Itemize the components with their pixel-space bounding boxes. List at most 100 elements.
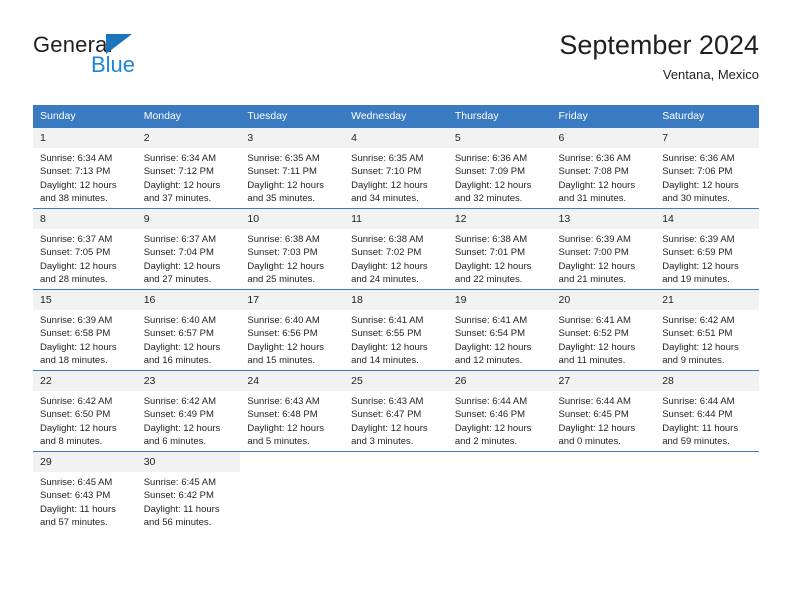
day-detail-line: Daylight: 12 hours <box>662 260 739 272</box>
day-detail-line: Sunrise: 6:40 AM <box>143 315 217 326</box>
day-detail-line: Sunset: 7:06 PM <box>662 166 733 178</box>
day-detail-line: Sunrise: 6:44 AM <box>662 396 735 407</box>
day-detail-line: Sunrise: 6:45 AM <box>143 477 217 488</box>
day-detail-line: Sunset: 6:44 PM <box>662 409 733 421</box>
day-detail-lines: Sunrise: 6:45 AM Sunset: 6:43 PM Daylight:… <box>33 472 137 529</box>
calendar-day-cell[interactable]: 8 Sunrise: 6:37 AM Sunset: 7:05 PM Daylight… <box>33 208 137 290</box>
day-detail-line: Sunrise: 6:42 AM <box>662 315 735 326</box>
day-number: 5 <box>447 128 552 148</box>
day-detail-line: Daylight: 11 hours <box>40 503 116 515</box>
day-number: 17 <box>240 290 345 310</box>
day-detail-lines: Sunrise: 6:42 AM Sunset: 6:51 PM Daylight:… <box>655 310 759 367</box>
day-detail-line: and 32 minutes. <box>454 192 523 204</box>
day-detail-lines: Sunrise: 6:40 AM Sunset: 6:56 PM Daylight:… <box>240 310 344 367</box>
calendar-day-cell[interactable]: 24 Sunrise: 6:43 AM Sunset: 6:48 PM Dayligh… <box>240 370 345 452</box>
general-blue-logo: General Blue <box>33 32 253 88</box>
calendar-day-cell[interactable]: 12 Sunrise: 6:38 AM Sunset: 7:01 PM Dayligh… <box>447 208 552 290</box>
day-detail-line: Sunrise: 6:39 AM <box>558 234 631 245</box>
day-detail-line: Daylight: 12 hours <box>558 260 636 272</box>
day-detail-line: Sunrise: 6:34 AM <box>143 153 217 164</box>
calendar-day-cell[interactable]: 7 Sunrise: 6:36 AM Sunset: 7:06 PM Daylight… <box>655 127 759 209</box>
day-detail-lines: Sunrise: 6:34 AM Sunset: 7:13 PM Daylight:… <box>33 148 137 205</box>
calendar-day-cell[interactable]: 3 Sunrise: 6:35 AM Sunset: 7:11 PM Daylight… <box>240 127 345 209</box>
calendar-day-cell[interactable]: 15 Sunrise: 6:39 AM Sunset: 6:58 PM Dayligh… <box>33 289 137 371</box>
calendar-day-cell[interactable]: 6 Sunrise: 6:36 AM Sunset: 7:08 PM Daylight… <box>551 127 656 209</box>
day-detail-line: and 21 minutes. <box>558 273 627 285</box>
calendar-day-cell-empty <box>344 451 448 532</box>
day-detail-line: and 59 minutes. <box>662 435 730 447</box>
logo-text-blue: Blue <box>91 52 136 77</box>
day-number: 22 <box>33 371 137 391</box>
day-detail-line: Sunset: 6:52 PM <box>558 328 629 340</box>
day-detail-line: Sunset: 6:48 PM <box>247 409 318 421</box>
day-detail-lines: Sunrise: 6:34 AM Sunset: 7:12 PM Daylight:… <box>137 148 241 205</box>
day-detail-line: and 37 minutes. <box>143 192 212 204</box>
day-detail-line: and 28 minutes. <box>40 273 108 285</box>
calendar-day-cell[interactable]: 27 Sunrise: 6:44 AM Sunset: 6:45 PM Dayligh… <box>551 370 656 452</box>
calendar-day-cell[interactable]: 11 Sunrise: 6:38 AM Sunset: 7:02 PM Dayligh… <box>344 208 448 290</box>
day-detail-line: Sunset: 6:42 PM <box>143 490 214 502</box>
calendar-day-cell[interactable]: 4 Sunrise: 6:35 AM Sunset: 7:10 PM Daylight… <box>344 127 448 209</box>
calendar-day-cell[interactable]: 5 Sunrise: 6:36 AM Sunset: 7:09 PM Daylight… <box>447 127 552 209</box>
weekday-header-friday: Friday <box>551 105 656 128</box>
day-detail-line: Daylight: 12 hours <box>247 260 324 272</box>
day-detail-line: and 25 minutes. <box>247 273 316 285</box>
day-detail-line: Sunrise: 6:43 AM <box>351 396 424 407</box>
day-detail-line: and 57 minutes. <box>40 516 108 528</box>
day-number: 2 <box>136 128 241 148</box>
calendar-day-cell[interactable]: 28 Sunrise: 6:44 AM Sunset: 6:44 PM Dayligh… <box>655 370 759 452</box>
day-detail-line: and 8 minutes. <box>40 435 103 447</box>
calendar-day-cell[interactable]: 18 Sunrise: 6:41 AM Sunset: 6:55 PM Dayligh… <box>344 289 448 371</box>
day-number: 15 <box>33 290 137 310</box>
calendar-day-cell[interactable]: 21 Sunrise: 6:42 AM Sunset: 6:51 PM Dayligh… <box>655 289 759 371</box>
day-detail-line: and 11 minutes. <box>558 354 626 366</box>
day-detail-line: Daylight: 12 hours <box>351 260 428 272</box>
day-detail-line: Daylight: 11 hours <box>143 503 220 515</box>
day-detail-line: Sunrise: 6:42 AM <box>40 396 113 407</box>
day-detail-lines: Sunrise: 6:42 AM Sunset: 6:49 PM Daylight:… <box>137 391 241 448</box>
day-detail-lines: Sunrise: 6:40 AM Sunset: 6:57 PM Daylight:… <box>137 310 241 367</box>
day-detail-line: Sunset: 6:49 PM <box>143 409 214 421</box>
calendar-day-cell[interactable]: 17 Sunrise: 6:40 AM Sunset: 6:56 PM Dayligh… <box>240 289 345 371</box>
calendar-day-cell[interactable]: 29 Sunrise: 6:45 AM Sunset: 6:43 PM Dayligh… <box>33 451 137 532</box>
calendar-day-cell[interactable]: 22 Sunrise: 6:42 AM Sunset: 6:50 PM Dayligh… <box>33 370 137 452</box>
calendar-day-cell[interactable]: 23 Sunrise: 6:42 AM Sunset: 6:49 PM Dayligh… <box>136 370 241 452</box>
day-detail-lines: Sunrise: 6:44 AM Sunset: 6:44 PM Daylight:… <box>655 391 759 448</box>
calendar-day-cell[interactable]: 25 Sunrise: 6:43 AM Sunset: 6:47 PM Dayligh… <box>344 370 448 452</box>
calendar-day-cell[interactable]: 1 Sunrise: 6:34 AM Sunset: 7:13 PM Daylight… <box>33 127 137 209</box>
day-detail-line: Sunrise: 6:44 AM <box>454 396 528 407</box>
day-detail-line: Sunrise: 6:35 AM <box>351 153 424 164</box>
calendar-day-cell[interactable]: 16 Sunrise: 6:40 AM Sunset: 6:57 PM Dayligh… <box>136 289 241 371</box>
calendar-day-cell[interactable]: 19 Sunrise: 6:41 AM Sunset: 6:54 PM Dayligh… <box>447 289 552 371</box>
calendar-day-cell[interactable]: 13 Sunrise: 6:39 AM Sunset: 7:00 PM Dayligh… <box>551 208 656 290</box>
calendar-day-cell-empty <box>655 451 759 532</box>
day-detail-line: Daylight: 12 hours <box>40 260 117 272</box>
day-number: 27 <box>551 371 656 391</box>
day-number: 16 <box>136 290 241 310</box>
day-detail-line: Sunset: 6:45 PM <box>558 409 629 421</box>
calendar-day-cell[interactable]: 2 Sunrise: 6:34 AM Sunset: 7:12 PM Daylight… <box>136 127 241 209</box>
day-detail-line: and 34 minutes. <box>351 192 419 204</box>
day-detail-line: Sunset: 6:51 PM <box>662 328 733 340</box>
calendar-day-cell[interactable]: 26 Sunrise: 6:44 AM Sunset: 6:46 PM Dayligh… <box>447 370 552 452</box>
calendar-day-cell[interactable]: 9 Sunrise: 6:37 AM Sunset: 7:04 PM Daylight… <box>136 208 241 290</box>
day-detail-lines: Sunrise: 6:41 AM Sunset: 6:54 PM Daylight:… <box>448 310 552 367</box>
calendar-day-cell[interactable]: 14 Sunrise: 6:39 AM Sunset: 6:59 PM Dayligh… <box>655 208 759 290</box>
day-detail-line: Sunrise: 6:34 AM <box>40 153 113 164</box>
calendar-day-cell[interactable]: 20 Sunrise: 6:41 AM Sunset: 6:52 PM Dayligh… <box>551 289 656 371</box>
calendar-week-row: 1 Sunrise: 6:34 AM Sunset: 7:13 PM Daylight… <box>33 127 759 209</box>
day-detail-line: and 2 minutes. <box>454 435 518 447</box>
day-detail-lines: Sunrise: 6:38 AM Sunset: 7:01 PM Daylight:… <box>448 229 552 286</box>
day-detail-line: and 56 minutes. <box>143 516 212 528</box>
calendar-header-row: Sunday Monday Tuesday Wednesday Thursday Frid… <box>33 105 759 128</box>
day-number: 29 <box>33 452 137 472</box>
day-detail-line: Sunset: 6:47 PM <box>351 409 422 421</box>
day-number: 24 <box>240 371 345 391</box>
weekday-header-wednesday: Wednesday <box>344 105 448 128</box>
calendar-day-cell[interactable]: 10 Sunrise: 6:38 AM Sunset: 7:03 PM Dayligh… <box>240 208 345 290</box>
day-detail-line: and 22 minutes. <box>454 273 523 285</box>
page-subtitle: Ventana, Mexico <box>662 67 759 82</box>
calendar-day-cell[interactable]: 30 Sunrise: 6:45 AM Sunset: 6:42 PM Dayligh… <box>136 451 241 532</box>
day-detail-line: and 35 minutes. <box>247 192 316 204</box>
calendar-week-row: 15 Sunrise: 6:39 AM Sunset: 6:58 PM Dayligh… <box>33 289 759 371</box>
